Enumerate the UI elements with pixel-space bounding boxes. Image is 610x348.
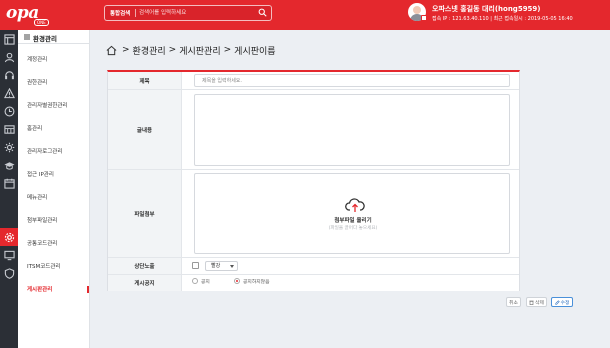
search-input[interactable] (139, 7, 255, 19)
upload-title: 첨부파일 올리기 (334, 218, 372, 224)
body-textarea[interactable] (194, 94, 510, 166)
cloud-upload-icon (345, 198, 365, 212)
graduation-cap-icon (3, 161, 15, 170)
notice-radio-off-label: 공지하지않음 (243, 280, 270, 285)
sidebar-item-admin-log[interactable]: 관리자로그관리 (27, 147, 62, 155)
sidebar-item-boards[interactable]: 게시판관리 (27, 285, 52, 293)
settings-icon (4, 232, 14, 242)
form-row-body: 글내용 (108, 90, 519, 170)
sidebar-item-attachments[interactable]: 첨부파일관리 (27, 216, 57, 224)
cancel-button-label: 취소 (509, 300, 518, 306)
rail-shield[interactable] (0, 264, 18, 282)
notice-label: 게시공지 (108, 275, 182, 291)
edit-button[interactable]: 수정 (551, 297, 573, 307)
rail-server[interactable] (0, 120, 18, 138)
edit-button-label: 수정 (560, 300, 570, 306)
breadcrumb-item-env[interactable]: 환경관리 (133, 44, 166, 57)
attach-label: 파일첨부 (108, 170, 182, 257)
breadcrumb-separator: > (122, 45, 130, 55)
rail-monitor[interactable] (0, 246, 18, 264)
sidebar-item-common-codes[interactable]: 공통코드관리 (27, 239, 57, 247)
notice-radio-on-label: 공지 (201, 280, 210, 285)
home-icon[interactable] (106, 45, 117, 56)
monitor-icon (3, 250, 15, 260)
rail-warning[interactable] (0, 84, 18, 102)
notice-radio-off[interactable] (234, 278, 240, 284)
form-row-notice: 게시공지 공지 공지하지않음 (108, 275, 519, 291)
breadcrumb-item-boards[interactable]: 게시판관리 (179, 44, 220, 57)
sidebar-item-accounts[interactable]: 계정관리 (27, 55, 47, 63)
trash-icon (529, 300, 534, 305)
top-exposure-checkbox[interactable] (192, 262, 199, 269)
delete-button[interactable]: 삭제 (526, 297, 547, 307)
sidebar-title: 환경관리 (33, 35, 57, 43)
rail-headset[interactable] (0, 66, 18, 84)
file-drop-zone[interactable]: 첨부파일 올리기 (파일을 끌어다 놓으세요) (194, 173, 510, 254)
sidebar: 환경관리 계정관리 권한관리 관리자별권한관리 홈관리 관리자로그관리 접근 I… (18, 30, 90, 348)
body-label: 글내용 (108, 90, 182, 169)
post-form: 제목 글내용 파일첨부 첨부파일 올리기 (파일을 끌어다 놓으세요) 상단노출… (107, 70, 520, 291)
warning-icon (3, 87, 15, 98)
edit-icon (554, 299, 560, 305)
rail-calendar[interactable] (0, 174, 18, 192)
delete-button-label: 삭제 (535, 300, 544, 306)
icon-rail (0, 30, 18, 348)
notice-radio-on[interactable] (192, 278, 198, 284)
sidebar-item-home[interactable]: 홈관리 (27, 124, 42, 132)
search-divider (135, 9, 136, 17)
calendar-icon (3, 178, 15, 189)
dashboard-icon (3, 33, 15, 45)
headset-icon (4, 70, 14, 79)
logo-badge: ONE (34, 19, 49, 26)
upload-hint: (파일을 끌어다 놓으세요) (328, 226, 378, 231)
clock-icon (4, 106, 14, 116)
shield-icon (4, 267, 14, 279)
rail-settings[interactable] (0, 228, 18, 246)
rail-education[interactable] (0, 156, 18, 174)
color-select-value: 빨강 (211, 263, 221, 269)
person-icon (4, 52, 14, 62)
avatar-head (413, 6, 421, 14)
menu-icon[interactable] (24, 34, 30, 40)
top-exposure-label: 상단노출 (108, 258, 182, 274)
sidebar-item-itsm-codes[interactable]: ITSM코드관리 (27, 262, 60, 270)
gear-cluster-icon (4, 142, 14, 152)
user-login-meta: 접속 IP : 121.63.40.110 | 최근 접속일시 : 2019-0… (432, 16, 573, 22)
form-row-top-exposure: 상단노출 빨강 (108, 258, 519, 275)
sidebar-header: 환경관리 (18, 30, 90, 44)
user-name[interactable]: 오파스넷 홍길동 대리(hong5959) (432, 4, 541, 14)
top-bar: opa ONE 통합검색 오파스넷 홍길동 대리(hong5959) 접속 IP… (0, 0, 610, 30)
chevron-down-icon (230, 265, 234, 268)
breadcrumb-item-current: 게시판이름 (234, 46, 276, 57)
breadcrumb-separator: > (168, 45, 177, 55)
sidebar-item-access-ip[interactable]: 접근 IP관리 (27, 170, 54, 178)
active-item-marker (87, 286, 89, 293)
rail-person[interactable] (0, 48, 18, 66)
title-input[interactable] (194, 74, 510, 87)
avatar-badge-icon (421, 15, 427, 21)
sidebar-item-menu[interactable]: 메뉴관리 (27, 193, 47, 201)
search-icon[interactable] (258, 8, 267, 17)
breadcrumb: > 환경관리 > 게시판관리 > 게시판이름 (106, 44, 276, 57)
form-row-attach: 파일첨부 첨부파일 올리기 (파일을 끌어다 놓으세요) (108, 170, 519, 258)
cancel-button[interactable]: 취소 (506, 297, 521, 307)
color-select[interactable]: 빨강 (205, 261, 238, 271)
search-type-label[interactable]: 통합검색 (110, 9, 130, 17)
rail-dashboard[interactable] (0, 30, 18, 48)
global-search: 통합검색 (104, 5, 272, 21)
rail-gear-cluster[interactable] (0, 138, 18, 156)
server-icon (3, 124, 15, 134)
sidebar-item-permissions[interactable]: 권한관리 (27, 78, 47, 86)
sidebar-item-admin-permissions[interactable]: 관리자별권한관리 (27, 101, 67, 109)
form-row-title: 제목 (108, 72, 519, 90)
breadcrumb-separator: > (223, 45, 232, 55)
title-label: 제목 (108, 72, 182, 89)
rail-clock[interactable] (0, 102, 18, 120)
